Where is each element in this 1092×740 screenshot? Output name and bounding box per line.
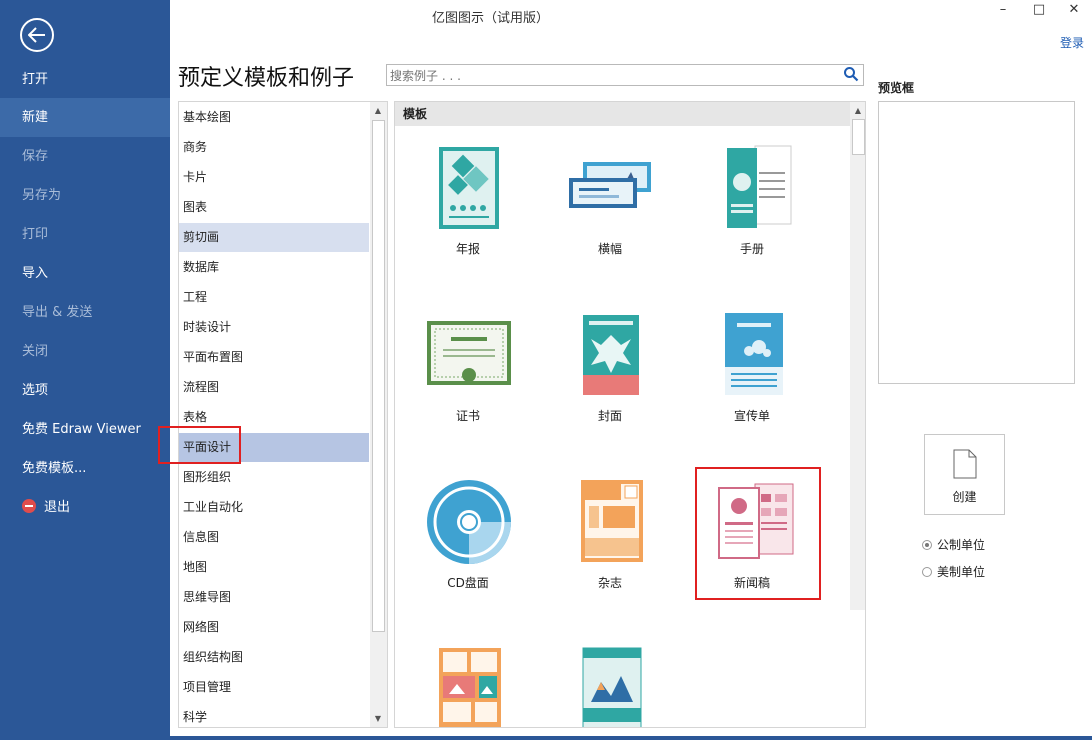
highlight-box bbox=[158, 426, 241, 464]
flyer-icon bbox=[707, 309, 797, 399]
template-label: 杂志 bbox=[597, 576, 622, 590]
template-label: 横幅 bbox=[597, 242, 622, 256]
template-section-header: 模板 bbox=[395, 102, 850, 126]
category-item[interactable]: 科学 bbox=[179, 703, 369, 727]
template-label: 证书 bbox=[455, 409, 480, 423]
template-label: 手册 bbox=[739, 242, 764, 256]
template-flyer[interactable]: 宣传单 bbox=[697, 309, 807, 424]
annual-report-icon bbox=[423, 142, 513, 232]
category-item[interactable]: 数据库 bbox=[179, 253, 369, 282]
metric-unit-label: 公制单位 bbox=[937, 538, 986, 552]
banner-icon bbox=[565, 142, 655, 232]
template-photo-collage[interactable] bbox=[413, 646, 523, 727]
template-banner[interactable]: 横幅 bbox=[555, 142, 665, 257]
search-icon[interactable] bbox=[843, 66, 859, 85]
sidebar-item-options[interactable]: 选项 bbox=[0, 371, 170, 410]
maximize-button[interactable]: □ bbox=[1027, 2, 1051, 17]
category-item[interactable]: 剪切画 bbox=[179, 223, 369, 252]
radio-icon bbox=[922, 567, 932, 577]
photo-collage-icon bbox=[423, 646, 513, 727]
sidebar-item-exit-label: 退出 bbox=[44, 500, 71, 515]
create-label: 创建 bbox=[952, 490, 977, 504]
template-poster[interactable] bbox=[555, 646, 665, 727]
bottom-border bbox=[170, 736, 1092, 740]
template-cd[interactable]: CD盘面 bbox=[413, 476, 523, 591]
create-button[interactable]: 创建 bbox=[924, 434, 1005, 515]
template-label: CD盘面 bbox=[447, 576, 489, 590]
certificate-icon bbox=[423, 309, 513, 399]
template-scrollbar[interactable]: ▲ bbox=[850, 102, 865, 610]
category-item[interactable]: 图形组织 bbox=[179, 463, 369, 492]
category-item[interactable]: 组织结构图 bbox=[179, 643, 369, 672]
sidebar-item-export-send[interactable]: 导出 & 发送 bbox=[0, 293, 170, 332]
template-label: 宣传单 bbox=[733, 409, 770, 423]
cd-icon bbox=[423, 476, 513, 566]
sidebar-item-save-as[interactable]: 另存为 bbox=[0, 176, 170, 215]
title-bar: 亿图图示（试用版） bbox=[170, 0, 1092, 30]
category-item[interactable]: 平面布置图 bbox=[179, 343, 369, 372]
category-item[interactable]: 网络图 bbox=[179, 613, 369, 642]
sidebar-item-free-templates[interactable]: 免费模板... bbox=[0, 449, 170, 488]
template-annual-report[interactable]: 年报 bbox=[413, 142, 523, 257]
window-title: 亿图图示（试用版） bbox=[432, 11, 550, 26]
scroll-thumb[interactable] bbox=[852, 119, 865, 155]
imperial-unit-radio[interactable]: 美制单位 bbox=[922, 563, 985, 580]
magazine-icon bbox=[565, 476, 655, 566]
category-item[interactable]: 地图 bbox=[179, 553, 369, 582]
category-list: 基本绘图 商务 卡片 图表 剪切画 数据库 工程 时装设计 平面布置图 流程图 … bbox=[178, 101, 388, 728]
minimize-button[interactable]: – bbox=[991, 2, 1015, 17]
category-item[interactable]: 商务 bbox=[179, 133, 369, 162]
category-item[interactable]: 项目管理 bbox=[179, 673, 369, 702]
sidebar: 打开 新建 保存 另存为 打印 导入 导出 & 发送 关闭 选项 免费 Edra… bbox=[0, 0, 170, 740]
preview-box bbox=[878, 101, 1075, 384]
sidebar-item-close[interactable]: 关闭 bbox=[0, 332, 170, 371]
brochure-icon bbox=[707, 142, 797, 232]
scroll-down-icon[interactable]: ▼ bbox=[370, 710, 386, 726]
template-magazine[interactable]: 杂志 bbox=[555, 476, 665, 591]
template-brochure[interactable]: 手册 bbox=[697, 142, 807, 257]
metric-unit-radio[interactable]: 公制单位 bbox=[922, 536, 985, 553]
category-item[interactable]: 基本绘图 bbox=[179, 103, 369, 132]
template-label: 年报 bbox=[455, 242, 480, 256]
search-box bbox=[386, 64, 864, 87]
poster-icon bbox=[565, 646, 655, 727]
close-button[interactable]: ✕ bbox=[1062, 2, 1086, 17]
category-item[interactable]: 图表 bbox=[179, 193, 369, 222]
cover-icon bbox=[565, 309, 655, 399]
radio-selected-icon bbox=[922, 540, 932, 550]
category-scrollbar[interactable]: ▲ ▼ bbox=[370, 102, 387, 727]
category-item[interactable]: 流程图 bbox=[179, 373, 369, 402]
category-item[interactable]: 工程 bbox=[179, 283, 369, 312]
sidebar-item-new[interactable]: 新建 bbox=[0, 98, 170, 137]
sidebar-item-save[interactable]: 保存 bbox=[0, 137, 170, 176]
sidebar-item-print[interactable]: 打印 bbox=[0, 215, 170, 254]
sidebar-item-exit[interactable]: 退出 bbox=[0, 488, 170, 527]
search-input[interactable] bbox=[387, 65, 832, 87]
scroll-up-icon[interactable]: ▲ bbox=[850, 102, 865, 118]
template-panel: 模板 ▲ 年报 横幅 手册 证书 封面 宣传单 CD盘面 杂志 新闻稿 bbox=[394, 101, 866, 728]
category-item[interactable]: 卡片 bbox=[179, 163, 369, 192]
login-link[interactable]: 登录 bbox=[1060, 34, 1084, 51]
new-document-icon bbox=[925, 449, 1004, 482]
preview-label: 预览框 bbox=[878, 81, 915, 95]
sidebar-item-open[interactable]: 打开 bbox=[0, 60, 170, 99]
category-item[interactable]: 信息图 bbox=[179, 523, 369, 552]
sidebar-item-edraw-viewer[interactable]: 免费 Edraw Viewer bbox=[0, 410, 170, 449]
exit-icon bbox=[22, 499, 36, 513]
category-item[interactable]: 思维导图 bbox=[179, 583, 369, 612]
template-certificate[interactable]: 证书 bbox=[413, 309, 523, 424]
sidebar-item-import[interactable]: 导入 bbox=[0, 254, 170, 293]
category-item[interactable]: 时装设计 bbox=[179, 313, 369, 342]
scroll-up-icon[interactable]: ▲ bbox=[370, 102, 386, 118]
imperial-unit-label: 美制单位 bbox=[937, 565, 986, 579]
page-title: 预定义模板和例子 bbox=[178, 66, 355, 91]
scroll-thumb[interactable] bbox=[372, 120, 385, 632]
template-cover[interactable]: 封面 bbox=[555, 309, 665, 424]
back-arrow-icon[interactable] bbox=[20, 18, 54, 52]
highlight-box bbox=[695, 467, 821, 600]
template-label: 封面 bbox=[597, 409, 622, 423]
category-item[interactable]: 工业自动化 bbox=[179, 493, 369, 522]
